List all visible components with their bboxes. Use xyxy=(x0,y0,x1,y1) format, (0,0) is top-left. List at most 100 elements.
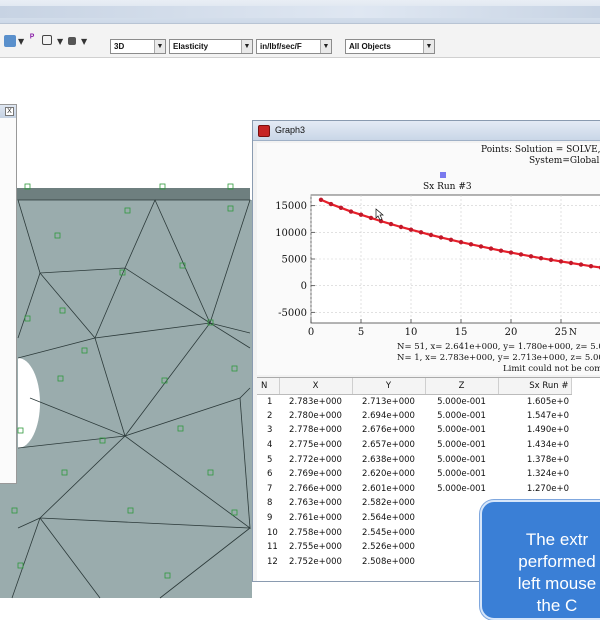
view-icon[interactable] xyxy=(4,35,16,47)
chart-info-line2: N= 1, x= 2.783e+000, y= 2.713e+000, z= 5… xyxy=(397,353,600,363)
mesh-top-face xyxy=(0,188,250,200)
chart-info-line3: Limit could not be comput xyxy=(503,364,600,374)
chart-area[interactable]: Points: Solution = SOLVE, runs System=Gl… xyxy=(257,143,600,375)
data-point[interactable] xyxy=(508,250,514,255)
tutorial-callout: The extr performed left mouse the C xyxy=(480,500,600,620)
col-header-y[interactable]: Y xyxy=(352,378,426,395)
data-point[interactable] xyxy=(578,262,584,267)
data-point[interactable] xyxy=(438,235,444,240)
data-point[interactable] xyxy=(418,230,424,235)
table-cell: 5.000e-001 xyxy=(437,483,486,494)
table-row[interactable]: 5 2.772e+000 2.638e+000 5.000e-001 1.378e+0 xyxy=(257,452,571,467)
object-filter-select[interactable]: All Objects ▼ xyxy=(345,39,435,54)
data-point[interactable] xyxy=(488,246,494,251)
table-row[interactable]: 6 2.769e+000 2.620e+000 5.000e-001 1.324e+0 xyxy=(257,467,571,482)
table-cell: 5.000e-001 xyxy=(437,469,486,480)
select-icon[interactable] xyxy=(68,37,76,45)
x-tick-label: 25 xyxy=(555,327,568,338)
data-point[interactable] xyxy=(558,259,564,264)
data-point[interactable] xyxy=(518,252,524,257)
chevron-down-icon[interactable]: ▼ xyxy=(423,40,434,53)
chevron-down-icon[interactable]: ▼ xyxy=(81,37,87,46)
data-point[interactable] xyxy=(428,232,434,238)
callout-line: left mouse xyxy=(517,574,597,593)
units-value: in/lbf/sec/F xyxy=(260,42,302,51)
table-cell: 2.772e+000 xyxy=(289,454,342,465)
left-floating-panel: X xyxy=(0,104,17,484)
callout-line: performed xyxy=(518,552,596,571)
data-point[interactable] xyxy=(328,201,334,207)
result-type-value: Elasticity xyxy=(173,42,209,51)
table-cell: 2.783e+000 xyxy=(289,396,342,407)
chevron-down-icon[interactable]: ▼ xyxy=(154,40,165,53)
table-row[interactable]: 4 2.775e+000 2.657e+000 5.000e-001 1.434e+0 xyxy=(257,438,571,453)
table-cell: 11 xyxy=(267,542,278,553)
col-header-n[interactable]: N xyxy=(257,378,280,395)
data-point[interactable] xyxy=(408,227,414,232)
probe-icon[interactable]: ᴾ xyxy=(30,33,42,45)
table-cell: 1.490e+0 xyxy=(526,425,569,436)
table-cell: 2.778e+000 xyxy=(289,425,342,436)
table-cell: 6 xyxy=(267,469,273,480)
table-cell: 7 xyxy=(267,483,273,494)
table-cell: 2.752e+000 xyxy=(289,556,342,567)
data-point[interactable] xyxy=(548,257,554,262)
table-cell: 3 xyxy=(267,425,273,436)
data-point[interactable] xyxy=(398,224,404,230)
graph-window-title: Graph3 xyxy=(275,125,306,135)
table-cell: 1.547e+0 xyxy=(526,410,569,421)
col-header-z[interactable]: Z xyxy=(425,378,499,395)
chevron-down-icon[interactable]: ▼ xyxy=(57,37,63,46)
table-row[interactable]: 3 2.778e+000 2.676e+000 5.000e-001 1.490e+0 xyxy=(257,423,571,438)
table-cell: 1.270e+0 xyxy=(526,483,569,494)
y-tick-label: 10000 xyxy=(275,228,307,239)
table-cell: 5.000e-001 xyxy=(437,425,486,436)
table-cell: 2.601e+000 xyxy=(362,483,415,494)
table-cell: 2.694e+000 xyxy=(362,410,415,421)
data-point[interactable] xyxy=(498,248,504,253)
table-header-row: N X Y Z Sx Run # xyxy=(257,378,572,395)
close-icon[interactable]: X xyxy=(5,107,14,116)
data-point[interactable] xyxy=(368,215,374,221)
y-tick-label: 5000 xyxy=(282,255,307,266)
data-point[interactable] xyxy=(338,205,344,210)
data-point[interactable] xyxy=(318,197,324,202)
table-row[interactable]: 1 2.783e+000 2.713e+000 5.000e-001 1.605e+0 xyxy=(257,394,571,409)
callout-line: the C xyxy=(536,596,578,615)
data-point[interactable] xyxy=(358,212,364,217)
data-point[interactable] xyxy=(468,242,474,247)
units-select[interactable]: in/lbf/sec/F ▼ xyxy=(256,39,332,54)
data-point[interactable] xyxy=(388,221,394,227)
table-cell: 1.324e+0 xyxy=(526,469,569,480)
table-cell: 2.758e+000 xyxy=(289,527,342,538)
col-header-x[interactable]: X xyxy=(279,378,353,395)
result-type-select[interactable]: Elasticity ▼ xyxy=(169,39,253,54)
col-header-sx[interactable]: Sx Run # xyxy=(498,378,572,395)
data-point[interactable] xyxy=(348,209,354,214)
data-point[interactable] xyxy=(588,264,594,269)
table-cell: 1.434e+0 xyxy=(526,440,569,451)
graph-title-bar: Graph3 xyxy=(253,121,600,141)
data-point[interactable] xyxy=(528,254,534,259)
data-point[interactable] xyxy=(458,240,464,245)
chevron-down-icon[interactable]: ▼ xyxy=(241,40,252,53)
table-row[interactable]: 2 2.780e+000 2.694e+000 5.000e-001 1.547e+0 xyxy=(257,409,571,424)
table-row[interactable]: 7 2.766e+000 2.601e+000 5.000e-001 1.270e+0 xyxy=(257,482,571,497)
table-cell: 1.605e+0 xyxy=(526,396,569,407)
x-tick-label: 20 xyxy=(505,327,518,338)
table-cell: 2.761e+000 xyxy=(289,513,342,524)
table-cell: 2.766e+000 xyxy=(289,483,342,494)
chevron-down-icon[interactable]: ▼ xyxy=(18,37,24,46)
table-cell: 2.545e+000 xyxy=(362,527,415,538)
data-point[interactable] xyxy=(478,244,484,249)
chevron-down-icon[interactable]: ▼ xyxy=(320,40,331,53)
x-tick-label: 15 xyxy=(455,327,468,338)
data-point[interactable] xyxy=(448,237,454,242)
view-mode-select[interactable]: 3D ▼ xyxy=(110,39,166,54)
data-point[interactable] xyxy=(568,260,574,266)
table-cell: 8 xyxy=(267,498,273,509)
table-cell: 5.000e-001 xyxy=(437,440,486,451)
data-point[interactable] xyxy=(538,256,544,261)
chart-header-line1: Points: Solution = SOLVE, runs xyxy=(481,145,600,155)
move-icon[interactable] xyxy=(42,35,52,45)
